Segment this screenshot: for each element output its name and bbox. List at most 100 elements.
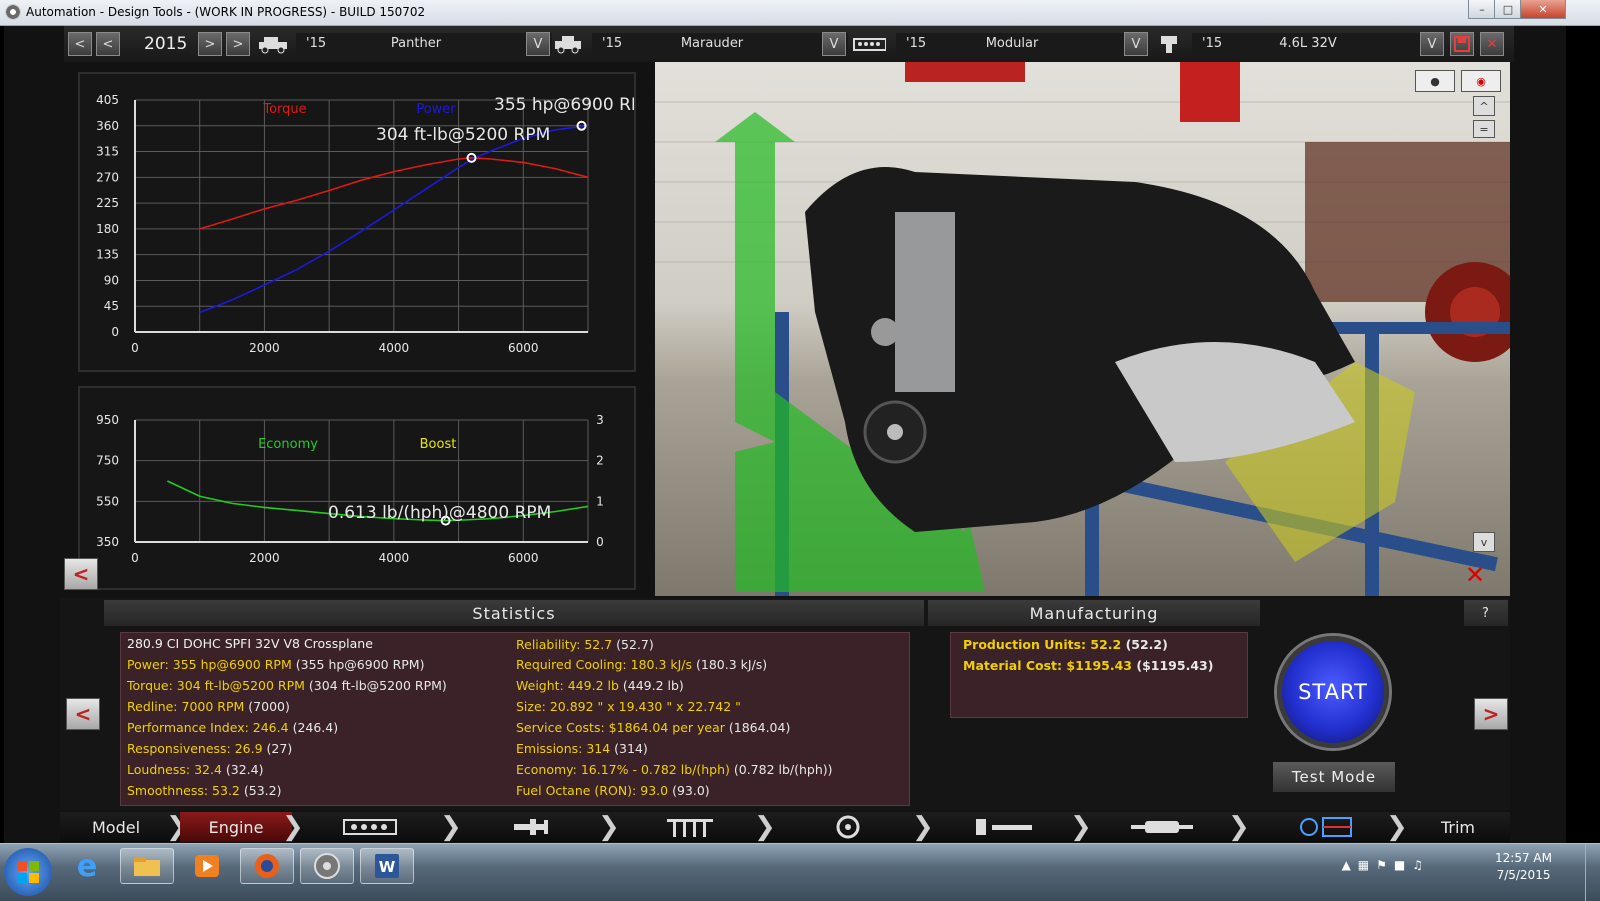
scroll-down-button[interactable]: v	[1473, 532, 1495, 552]
close-design-button[interactable]: ✕	[1480, 32, 1504, 56]
minimize-button[interactable]: –	[1468, 0, 1496, 19]
media-player-icon[interactable]	[180, 848, 234, 884]
tab-head-icon[interactable]	[642, 812, 738, 842]
window-titlebar: Automation - Design Tools - (WORK IN PRO…	[0, 0, 1600, 26]
engine-family-dropdown-button[interactable]: V	[1124, 32, 1148, 56]
stat-torque: Torque: 304 ft-lb@5200 RPM (304 ft-lb@52…	[127, 678, 447, 693]
y-tick-label: 0	[111, 325, 119, 339]
scroll-up-button[interactable]: ^	[1473, 96, 1495, 116]
tab-trim[interactable]: Trim	[1406, 812, 1510, 842]
taskbar-clock[interactable]: 12:57 AM 7/5/2015	[1495, 850, 1552, 884]
y-tick-label: 750	[96, 454, 119, 468]
year-prev-button[interactable]: <	[96, 32, 120, 56]
firefox-icon[interactable]	[240, 848, 294, 884]
y-tick-label: 270	[96, 170, 119, 184]
clock-time: 12:57 AM	[1495, 851, 1552, 865]
peak-torque-annotation: 304 ft-lb@5200 RPM	[376, 125, 550, 145]
stat-emissions: Emissions: 314 (314)	[516, 741, 648, 756]
model-year: '15	[306, 36, 327, 51]
chevron-right-icon: ❯	[1070, 812, 1092, 842]
start-button[interactable]: START	[1277, 636, 1389, 748]
chevron-right-icon: ❯	[1228, 812, 1250, 842]
tab-model[interactable]: Model	[60, 812, 172, 842]
model-selector[interactable]: '15 Panther	[296, 33, 552, 55]
y-tick-label: 180	[96, 222, 119, 236]
economy-chart: 950 750 550 350 3 2 1 0 0 2000 4000 6000 Economy Bo…	[96, 413, 604, 565]
y-tick-label: 315	[96, 145, 119, 159]
visibility-eye-icon[interactable]: ◉	[1461, 70, 1501, 92]
bottom-panel: Statistics Manufacturing ? < 280.9 CI DO…	[60, 598, 1510, 810]
y-tick-label: 45	[104, 299, 119, 313]
legend-economy: Economy	[258, 437, 318, 452]
piston-icon	[1152, 32, 1186, 56]
engine-family-selector[interactable]: '15 Modular	[896, 33, 1146, 55]
statistics-header: Statistics	[104, 600, 924, 626]
x-tick-label: 2000	[249, 551, 280, 565]
economy-chart-panel: 950 750 550 350 3 2 1 0 0 2000 4000 6000 Economy Bo…	[78, 386, 636, 590]
engine-3d-viewport[interactable]: ● ◉ ^ = v ✕	[655, 62, 1510, 596]
stat-redline: Redline: 7000 RPM (7000)	[127, 699, 290, 714]
engine-description: 280.9 CI DOHC SPFI 32V V8 Crossplane	[127, 636, 373, 651]
engine-variant-selector[interactable]: '15 4.6L 32V	[1192, 33, 1424, 55]
car-icon	[256, 32, 290, 56]
x-tick-label: 6000	[508, 551, 539, 565]
car-body-icon	[552, 32, 586, 56]
chevron-right-icon: ❯	[440, 812, 462, 842]
y-tick-label: 90	[104, 273, 119, 287]
window-title: Automation - Design Tools - (WORK IN PRO…	[26, 5, 426, 19]
x-tick-label: 4000	[379, 551, 410, 565]
year-first-button[interactable]: <	[68, 32, 92, 56]
year-next-button[interactable]: >	[198, 32, 222, 56]
stat-economy: Economy: 16.17% - 0.782 lb/(hph) (0.782 …	[516, 762, 833, 777]
year-last-button[interactable]: >	[226, 32, 250, 56]
stat-loudness: Loudness: 32.4 (32.4)	[127, 762, 264, 777]
body-name: Marauder	[680, 36, 744, 51]
x-tick-label: 6000	[508, 341, 539, 355]
internet-explorer-icon[interactable]: e	[60, 848, 114, 884]
tab-fuel-icon[interactable]	[956, 812, 1052, 842]
tab-tune-icon[interactable]	[1272, 812, 1382, 842]
body-selector[interactable]: '15 Marauder	[592, 33, 848, 55]
reset-view-icon[interactable]: ✕	[1455, 560, 1495, 590]
os-taskbar: e W ▲▦⚑■♫ 12:57 AM 7/5/2015	[0, 843, 1600, 901]
engine-variant-dropdown-button[interactable]: V	[1420, 32, 1444, 56]
start-menu-icon[interactable]	[4, 848, 52, 896]
y-tick-label: 350	[96, 535, 119, 549]
stat-reliability: Reliability: 52.7 (52.7)	[516, 637, 654, 652]
tab-engine[interactable]: Engine	[180, 812, 292, 842]
body-dropdown-button[interactable]: V	[822, 32, 846, 56]
automation-app-icon[interactable]	[300, 848, 354, 884]
legend-boost: Boost	[420, 437, 457, 452]
stat-production-units: Production Units: 52.2 (52.2)	[963, 637, 1168, 652]
tab-turbo-icon[interactable]	[800, 812, 896, 842]
x-tick-label: 4000	[379, 341, 410, 355]
engine-family-name: Modular	[985, 36, 1039, 51]
stat-responsiveness: Responsiveness: 26.9 (27)	[127, 741, 293, 756]
app-icon	[5, 4, 21, 20]
model-dropdown-button[interactable]: V	[526, 32, 550, 56]
x-tick-label: 2000	[249, 341, 280, 355]
y-tick-label: 225	[96, 196, 119, 210]
tab-crank-icon[interactable]	[484, 812, 580, 842]
tab-exhaust-icon[interactable]	[1114, 812, 1210, 842]
next-page-button[interactable]: >	[1474, 698, 1508, 730]
statistics-list: 280.9 CI DOHC SPFI 32V V8 Crossplane Pow…	[120, 632, 910, 806]
camera-icon[interactable]: ●	[1415, 70, 1455, 92]
scroll-thumb[interactable]: =	[1473, 120, 1495, 138]
tab-block-icon[interactable]	[322, 812, 418, 842]
maximize-button[interactable]: □	[1494, 0, 1522, 19]
collapse-charts-button[interactable]: <	[64, 558, 98, 590]
prev-page-button[interactable]: <	[66, 698, 100, 730]
word-icon[interactable]: W	[360, 848, 414, 884]
y2-tick-label: 3	[596, 413, 604, 427]
close-window-button[interactable]: ✕	[1520, 0, 1566, 19]
y2-tick-label: 0	[596, 535, 604, 549]
system-tray-icons[interactable]: ▲▦⚑■♫	[1342, 858, 1430, 872]
show-desktop-button[interactable]	[1585, 844, 1600, 901]
chevron-right-icon: ❯	[598, 812, 620, 842]
file-explorer-icon[interactable]	[120, 848, 174, 884]
help-button[interactable]: ?	[1464, 600, 1508, 626]
stat-required-cooling: Required Cooling: 180.3 kJ/s (180.3 kJ/s…	[516, 657, 768, 672]
save-icon[interactable]	[1450, 32, 1474, 56]
test-mode-button[interactable]: Test Mode	[1273, 762, 1395, 792]
